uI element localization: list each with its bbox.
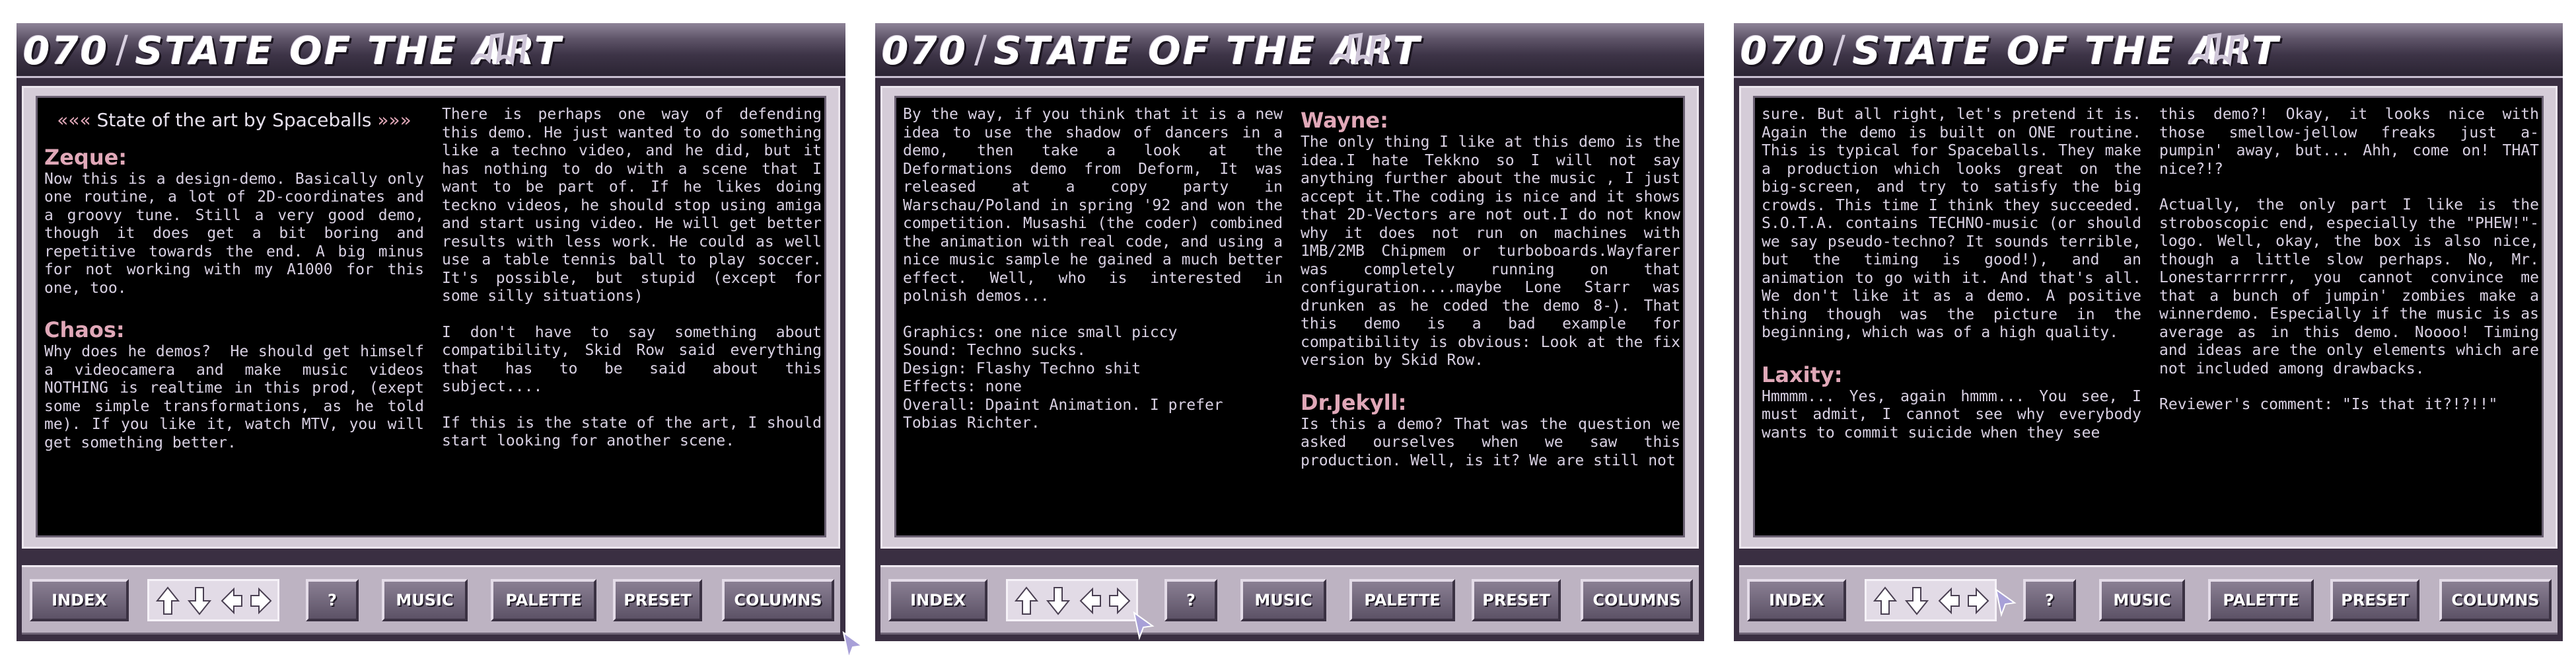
help-button[interactable]: ? [1164, 579, 1217, 621]
music-note-logo-icon [470, 32, 528, 67]
credits-list: Graphics: one nice small piccy Sound: Te… [903, 323, 1223, 432]
title-separator: / [116, 28, 128, 71]
title-bar: 070 / STATE OF THE ART [1734, 23, 2563, 78]
issue-number: 070 [23, 28, 110, 73]
arrow-button-group [1865, 579, 1997, 621]
text-column-left: sure. But all right, let's pretend it is… [1762, 106, 2141, 529]
review-paragraph: sure. But all right, let's pretend it is… [1762, 106, 2141, 341]
arrow-left-icon[interactable] [1935, 585, 1962, 617]
arrow-down-icon[interactable] [1045, 585, 1071, 617]
diskmag-panel-1: 070 / STATE OF THE ART ««« State of the … [17, 23, 845, 641]
reviewer-heading: Laxity: [1762, 362, 1843, 387]
article-frame: sure. But all right, let's pretend it is… [1739, 86, 2558, 549]
title-bar: 070 / STATE OF THE ART [17, 23, 845, 78]
issue-number: 070 [1740, 28, 1827, 73]
issue-number: 070 [882, 28, 968, 73]
article-screen: sure. But all right, let's pretend it is… [1753, 96, 2544, 537]
help-button[interactable]: ? [2023, 579, 2076, 621]
music-button[interactable]: MUSIC [2099, 579, 2185, 621]
navigation-toolbar: INDEX ? MUSIC PALETTE PRESET COLUMNS [880, 565, 1699, 635]
diskmag-panel-2: 070 / STATE OF THE ART By the way, if yo… [875, 23, 1704, 641]
navigation-toolbar: INDEX ? MUSIC PALETTE PRESET COLUMNS [22, 565, 840, 635]
palette-button[interactable]: PALETTE [1349, 579, 1455, 621]
columns-button[interactable]: COLUMNS [722, 579, 834, 621]
arrow-button-group [147, 579, 279, 621]
preset-button[interactable]: PRESET [613, 579, 702, 621]
columns-button[interactable]: COLUMNS [2439, 579, 2552, 621]
reviewer-heading: Wayne: [1301, 108, 1388, 133]
arrow-button-group [1006, 579, 1138, 621]
review-paragraph: this demo?! Okay, it looks nice with tho… [2159, 106, 2539, 178]
mouse-pointer-icon [842, 631, 864, 660]
text-column-left: ««« State of the art by Spaceballs »»» Z… [44, 106, 424, 529]
index-button[interactable]: INDEX [30, 579, 129, 621]
review-paragraph: Actually, the only part I like is the st… [2159, 196, 2539, 377]
text-column-right: this demo?! Okay, it looks nice with tho… [2159, 106, 2539, 529]
music-note-logo-icon [2188, 32, 2245, 67]
article-screen: ««« State of the art by Spaceballs »»» Z… [36, 96, 826, 537]
arrow-right-icon[interactable] [1107, 585, 1133, 617]
review-paragraph: There is perhaps one way of defending th… [442, 106, 822, 305]
mouse-pointer-icon [1995, 588, 2017, 617]
arrow-up-icon[interactable] [1872, 585, 1898, 617]
title-separator: / [974, 28, 987, 71]
navigation-toolbar: INDEX ? MUSIC PALETTE PRESET COLUMNS [1739, 565, 2558, 635]
review-paragraph: If this is the state of the art, I shoul… [442, 414, 822, 450]
reviewer-heading: Dr.Jekyll: [1301, 389, 1407, 415]
arrow-up-icon[interactable] [1013, 585, 1040, 617]
palette-button[interactable]: PALETTE [2208, 579, 2314, 621]
title-separator: / [1833, 28, 1845, 71]
index-button[interactable]: INDEX [888, 579, 987, 621]
preset-button[interactable]: PRESET [1472, 579, 1561, 621]
preset-button[interactable]: PRESET [2330, 579, 2419, 621]
text-column-right: There is perhaps one way of defending th… [442, 106, 822, 529]
review-paragraph: Reviewer's comment: "Is that it?!?!!" [2159, 396, 2498, 413]
article-frame: ««« State of the art by Spaceballs »»» Z… [22, 86, 840, 549]
text-column-left: By the way, if you think that it is a ne… [903, 106, 1283, 529]
diskmag-panel-3: 070 / STATE OF THE ART sure. But all rig… [1734, 23, 2563, 641]
title-bar: 070 / STATE OF THE ART [875, 23, 1704, 78]
music-note-logo-icon [1329, 32, 1386, 67]
columns-button[interactable]: COLUMNS [1581, 579, 1693, 621]
review-paragraph: Why does he demos? He should get himself… [44, 343, 424, 451]
reviewer-heading: Zeque: [44, 144, 127, 170]
arrow-down-icon[interactable] [186, 585, 213, 617]
index-button[interactable]: INDEX [1747, 579, 1846, 621]
review-paragraph: The only thing I like at this demo is th… [1301, 134, 1680, 369]
help-button[interactable]: ? [306, 579, 359, 621]
article-frame: By the way, if you think that it is a ne… [880, 86, 1699, 549]
arrow-up-icon[interactable] [155, 585, 181, 617]
music-button[interactable]: MUSIC [1240, 579, 1326, 621]
arrow-right-icon[interactable] [1966, 585, 1992, 617]
review-paragraph: Hmmmm... Yes, again hmmm... You see, I m… [1762, 387, 2141, 442]
palette-button[interactable]: PALETTE [491, 579, 596, 621]
arrow-down-icon[interactable] [1904, 585, 1930, 617]
music-button[interactable]: MUSIC [382, 579, 468, 621]
article-screen: By the way, if you think that it is a ne… [894, 96, 1685, 537]
review-paragraph: Is this a demo? That was the question we… [1301, 415, 1680, 469]
text-column-right: Wayne: The only thing I like at this dem… [1301, 106, 1680, 529]
review-paragraph: By the way, if you think that it is a ne… [903, 106, 1283, 305]
article-intro: ««« State of the art by Spaceballs »»» [57, 109, 411, 131]
arrow-left-icon[interactable] [218, 585, 244, 617]
mouse-pointer-icon [1133, 611, 1155, 641]
arrow-left-icon[interactable] [1077, 585, 1103, 617]
review-paragraph: Now this is a design-demo. Basically onl… [44, 170, 424, 297]
review-paragraph: I don't have to say something about comp… [442, 323, 822, 396]
arrow-right-icon[interactable] [248, 585, 275, 617]
reviewer-heading: Chaos: [44, 317, 125, 342]
